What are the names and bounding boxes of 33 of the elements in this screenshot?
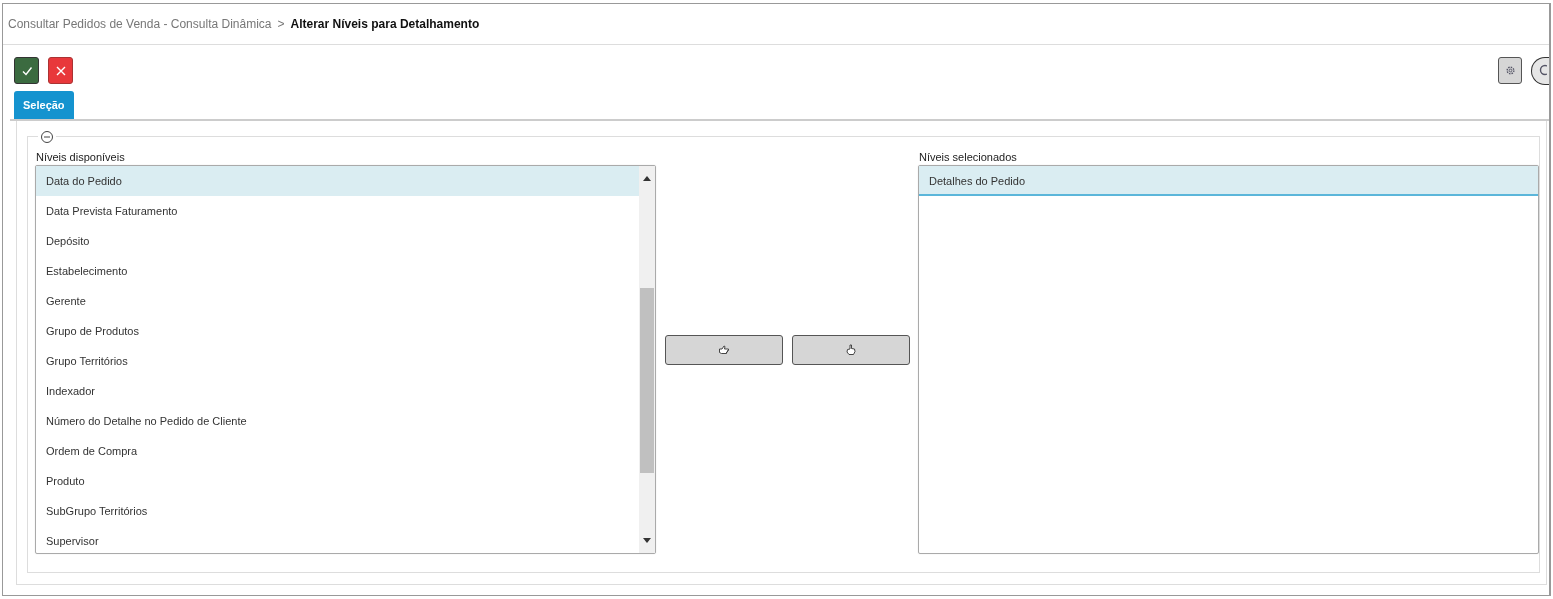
- list-item[interactable]: Data do Pedido: [36, 166, 639, 196]
- scroll-thumb[interactable]: [640, 288, 654, 473]
- list-label: Níveis disponíveis: [36, 150, 126, 165]
- list-item[interactable]: SubGrupo Territórios: [36, 496, 639, 526]
- list-item[interactable]: Gerente: [36, 286, 639, 316]
- list-item[interactable]: Número do Detalhe no Pedido de Cliente: [36, 406, 639, 436]
- breadcrumb-separator: >: [277, 17, 285, 31]
- close-icon: [55, 65, 66, 76]
- list-item[interactable]: Grupo de Produtos: [36, 316, 639, 346]
- scrollbar[interactable]: [639, 166, 655, 553]
- list-label: Níveis selecionados: [919, 150, 1018, 165]
- hand-pointing-right-icon: [717, 344, 730, 356]
- list-item[interactable]: Data Prevista Faturamento: [36, 196, 639, 226]
- list-item[interactable]: Depósito: [36, 226, 639, 256]
- list-item[interactable]: Grupo Territórios: [36, 346, 639, 376]
- check-icon: [20, 64, 33, 77]
- cancel-button[interactable]: [48, 57, 73, 84]
- settings-button[interactable]: [1498, 57, 1522, 84]
- list-item[interactable]: Detalhes do Pedido: [919, 166, 1538, 196]
- page-title: Alterar Níveis para Detalhamento: [290, 17, 480, 31]
- breadcrumb-link[interactable]: Consultar Pedidos de Venda - Consulta Dinâmica: [8, 17, 272, 31]
- list-item[interactable]: Indexador: [36, 376, 639, 406]
- search-button[interactable]: [1531, 56, 1549, 85]
- confirm-button[interactable]: [14, 57, 39, 84]
- list-item[interactable]: Ordem de Compra: [36, 436, 639, 466]
- add-button[interactable]: [664, 335, 783, 365]
- settings-icon: [1504, 65, 1516, 76]
- hand-pointing-up-icon: [844, 344, 857, 356]
- list-item[interactable]: Supervisor: [36, 526, 639, 553]
- remove-button[interactable]: [791, 335, 910, 365]
- search-icon: [1537, 63, 1547, 78]
- list-item[interactable]: Produto: [36, 466, 639, 496]
- list-item[interactable]: Estabelecimento: [36, 256, 639, 286]
